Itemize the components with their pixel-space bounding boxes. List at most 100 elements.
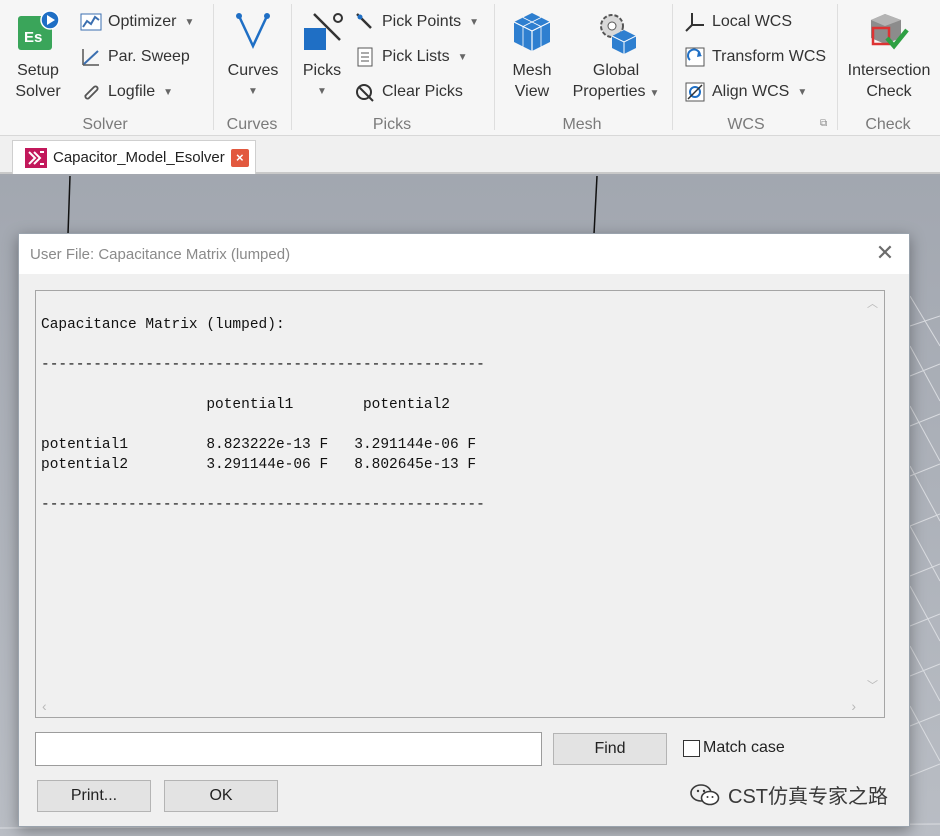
- setup-solver-label-2: Solver: [15, 83, 61, 100]
- pick-lists-label: Pick Lists: [382, 48, 450, 65]
- local-wcs-icon: [684, 11, 706, 33]
- intersection-check-button[interactable]: Intersection Check: [846, 10, 932, 102]
- pick-points-dropdown-icon: ▼: [469, 16, 480, 28]
- optimizer-icon: [80, 11, 102, 33]
- logfile-button[interactable]: Logfile ▼: [80, 80, 173, 104]
- scroll-right-arrow-icon[interactable]: ›: [851, 698, 856, 714]
- par-sweep-button[interactable]: Par. Sweep: [80, 45, 190, 69]
- group-label-curves: Curves: [226, 116, 278, 133]
- result-text-content: Capacitance Matrix (lumped): ------------…: [41, 315, 861, 515]
- result-text-line: potential2 3.291144e-06 F 8.802645e-13 F: [41, 457, 477, 473]
- cst-document-icon: [25, 147, 47, 168]
- transform-wcs-icon: [684, 46, 706, 68]
- setup-solver-icon: Es: [16, 10, 60, 54]
- mesh-view-button[interactable]: Mesh View: [508, 10, 556, 102]
- vertical-scrollbar[interactable]: ︿ ﹀: [862, 291, 884, 695]
- global-properties-label-1: Global: [592, 62, 640, 79]
- group-label-wcs: WCS: [727, 116, 765, 133]
- intersection-check-icon: [867, 10, 911, 54]
- document-tab[interactable]: Capacitor_Model_Esolver ×: [12, 140, 256, 174]
- pick-points-icon: [354, 11, 376, 33]
- result-text-line: [41, 375, 861, 395]
- mesh-view-icon: [510, 10, 554, 54]
- scroll-left-arrow-icon[interactable]: ‹: [42, 698, 47, 714]
- optimizer-dropdown-icon: ▼: [184, 16, 195, 28]
- optimizer-label: Optimizer: [108, 13, 177, 30]
- curves-button[interactable]: Curves ▼: [226, 10, 280, 102]
- par-sweep-label: Par. Sweep: [108, 48, 190, 65]
- clear-picks-icon: [354, 81, 376, 103]
- picks-button[interactable]: Picks ▼: [300, 10, 344, 102]
- result-text-line: [41, 335, 861, 355]
- scroll-up-arrow-icon[interactable]: ︿: [867, 295, 878, 311]
- local-wcs-label: Local WCS: [712, 13, 793, 30]
- global-properties-dropdown-icon: ▼: [649, 88, 660, 99]
- match-case-label: Match case: [703, 739, 785, 756]
- pick-lists-icon: [354, 46, 376, 68]
- clear-picks-label: Clear Picks: [382, 83, 463, 100]
- dialog-title: User File: Capacitance Matrix (lumped): [30, 245, 291, 263]
- curves-icon: [231, 10, 275, 54]
- align-wcs-icon: [684, 81, 706, 103]
- close-dialog-icon[interactable]: ✕: [873, 242, 897, 266]
- align-wcs-dropdown-icon: ▼: [797, 86, 808, 98]
- align-wcs-label: Align WCS: [712, 83, 790, 100]
- ribbon: Es Setup Solver Optimizer ▼ Par. Sweep L…: [0, 0, 940, 136]
- logfile-label: Logfile: [108, 83, 156, 100]
- match-case-box[interactable]: [683, 739, 700, 757]
- clear-picks-button[interactable]: Clear Picks: [354, 80, 463, 104]
- intersection-check-label-1: Intersection: [847, 62, 931, 79]
- find-input[interactable]: [35, 732, 542, 766]
- scroll-down-arrow-icon[interactable]: ﹀: [867, 677, 878, 693]
- watermark: CST仿真专家之路: [690, 780, 888, 809]
- pick-points-label: Pick Points: [382, 13, 462, 30]
- global-properties-label-2: Properties ▼: [573, 81, 660, 104]
- intersection-check-label-2: Check: [866, 83, 912, 100]
- global-properties-button[interactable]: Global Properties ▼: [570, 10, 662, 104]
- setup-solver-button[interactable]: Es Setup Solver: [10, 10, 66, 102]
- dialog-title-bar[interactable]: User File: Capacitance Matrix (lumped): [19, 234, 909, 274]
- picks-icon: [300, 10, 344, 54]
- group-separator: [213, 4, 214, 130]
- group-label-picks: Picks: [372, 116, 412, 133]
- capacitance-matrix-dialog: User File: Capacitance Matrix (lumped) ✕…: [18, 233, 910, 827]
- picks-dropdown-icon: ▼: [317, 86, 327, 97]
- setup-solver-label-1: Setup: [17, 62, 59, 79]
- ok-button[interactable]: OK: [164, 780, 278, 812]
- transform-wcs-button[interactable]: Transform WCS: [684, 45, 826, 69]
- logfile-dropdown-icon: ▼: [163, 86, 174, 98]
- group-separator: [837, 4, 838, 130]
- pick-points-button[interactable]: Pick Points ▼: [354, 10, 479, 34]
- result-text-line: potential1 8.823222e-13 F 3.291144e-06 F: [41, 437, 477, 453]
- group-separator: [494, 4, 495, 130]
- pick-lists-dropdown-icon: ▼: [457, 51, 468, 63]
- logfile-icon: [80, 81, 102, 103]
- curves-dropdown-icon: ▼: [248, 86, 258, 97]
- horizontal-scrollbar[interactable]: ‹ ›: [36, 695, 862, 717]
- local-wcs-button[interactable]: Local WCS: [684, 10, 792, 34]
- find-button[interactable]: Find: [553, 733, 667, 765]
- group-label-check: Check: [865, 116, 911, 133]
- pick-lists-button[interactable]: Pick Lists ▼: [354, 45, 467, 69]
- group-label-mesh: Mesh: [562, 116, 602, 133]
- align-wcs-button[interactable]: Align WCS ▼: [684, 80, 807, 104]
- group-label-solver: Solver: [82, 116, 128, 133]
- wcs-dialog-launcher-icon[interactable]: ⧉: [820, 118, 827, 129]
- print-button[interactable]: Print...: [37, 780, 151, 812]
- picks-label: Picks: [302, 62, 342, 79]
- close-tab-icon[interactable]: ×: [230, 148, 249, 167]
- par-sweep-icon: [80, 46, 102, 68]
- mesh-view-label-2: View: [514, 83, 550, 100]
- wechat-logo-icon: [690, 783, 720, 805]
- result-text-area[interactable]: Capacitance Matrix (lumped): ------------…: [35, 290, 885, 718]
- curves-label: Curves: [227, 62, 279, 79]
- document-tab-strip: Capacitor_Model_Esolver ×: [0, 136, 940, 174]
- match-case-checkbox[interactable]: Match case: [683, 739, 785, 757]
- optimizer-button[interactable]: Optimizer ▼: [80, 10, 194, 34]
- global-properties-icon: [594, 10, 638, 54]
- transform-wcs-label: Transform WCS: [712, 48, 827, 65]
- group-separator: [291, 4, 292, 130]
- svg-text:Es: Es: [24, 29, 42, 46]
- global-properties-label-text: Properties: [572, 83, 646, 100]
- document-tab-title: Capacitor_Model_Esolver: [53, 149, 225, 166]
